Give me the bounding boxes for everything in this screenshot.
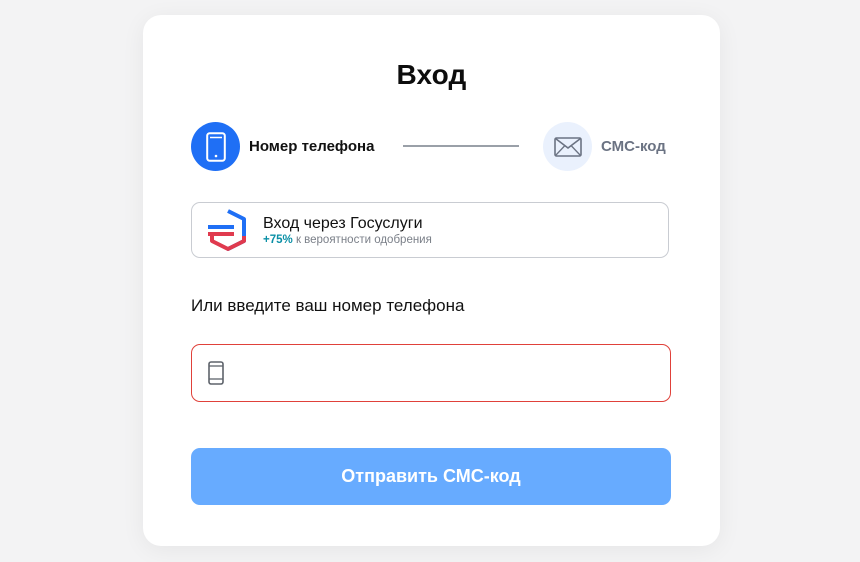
page-title: Вход xyxy=(396,59,467,90)
gosuslugi-login-button[interactable]: Вход через Госуслуги +75% к вероятности … xyxy=(191,202,669,258)
step-sms-circle xyxy=(543,122,592,171)
gosuslugi-percent: +75% xyxy=(263,233,293,246)
gosuslugi-subtitle-text: к вероятности одобрения xyxy=(295,233,432,246)
phone-icon xyxy=(205,131,226,162)
phone-input[interactable] xyxy=(237,352,670,394)
gosuslugi-subtitle: +75% к вероятности одобрения xyxy=(263,233,432,247)
gosuslugi-title: Вход через Госуслуги xyxy=(263,214,423,232)
gosuslugi-texts: Вход через Госуслуги +75% к вероятности … xyxy=(263,214,432,247)
step-sms: СМС-код xyxy=(543,122,666,171)
step-phone-label: Номер телефона xyxy=(249,138,375,155)
gosuslugi-logo-icon xyxy=(208,209,246,251)
step-phone-circle xyxy=(191,122,240,171)
step-sms-label: СМС-код xyxy=(601,138,666,155)
phone-field[interactable] xyxy=(191,344,671,402)
send-sms-button[interactable]: Отправить СМС-код xyxy=(191,448,671,505)
envelope-icon xyxy=(553,136,582,157)
step-phone: Номер телефона xyxy=(191,122,374,171)
phone-icon xyxy=(208,361,224,385)
step-connector xyxy=(403,145,519,147)
login-card: Вход Номер телефона СМС-код Вход через Г… xyxy=(143,15,720,546)
phone-label: Или введите ваш номер телефона xyxy=(191,296,465,315)
